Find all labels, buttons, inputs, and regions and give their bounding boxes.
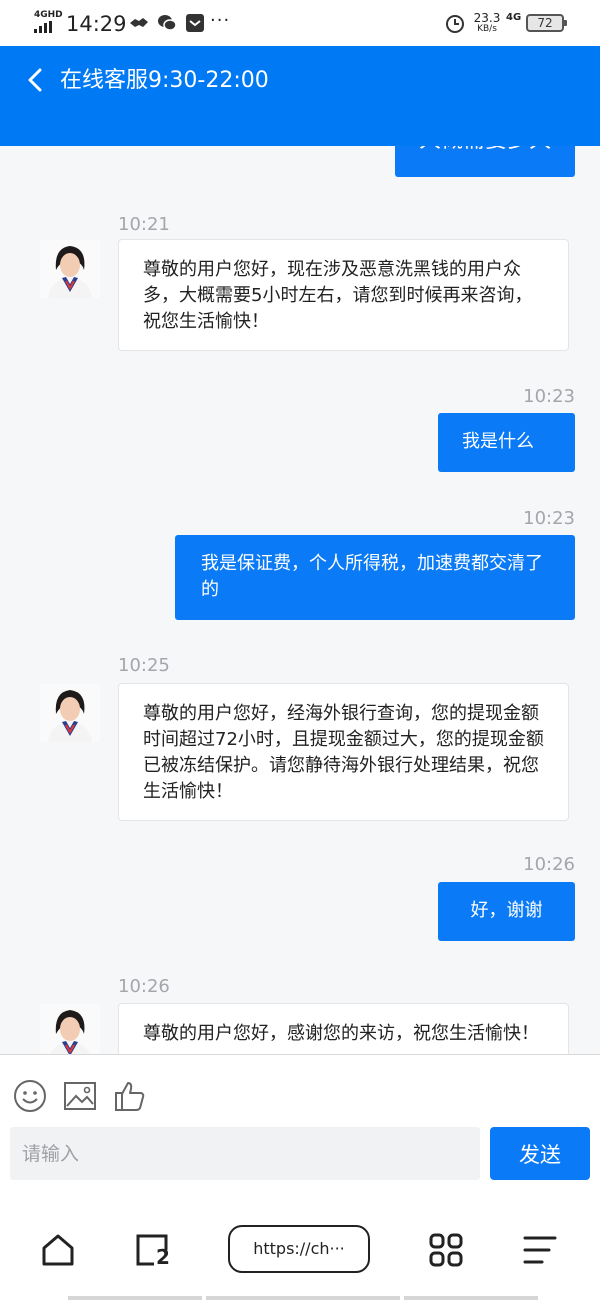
signal-icon bbox=[34, 21, 58, 33]
tabs-icon[interactable]: 2 bbox=[134, 1232, 170, 1268]
agent-avatar bbox=[40, 1004, 100, 1054]
menu-icon[interactable] bbox=[522, 1232, 558, 1268]
wechat-icon bbox=[158, 15, 177, 31]
message-time: 10:23 bbox=[523, 508, 575, 529]
message-time: 10:23 bbox=[523, 386, 575, 407]
tab-count: 2 bbox=[156, 1245, 170, 1269]
battery-icon: 72 bbox=[526, 14, 567, 32]
signal-type: 4G bbox=[506, 12, 522, 23]
emoji-icon[interactable] bbox=[13, 1079, 47, 1113]
message-time: 10:26 bbox=[118, 976, 170, 997]
network-speed: 23.3 KB/s bbox=[473, 11, 501, 34]
tab-strip bbox=[206, 1296, 400, 1300]
agent-message: 尊敬的用户您好，经海外银行查询，您的提现金额时间超过72小时，且提现金额过大，您… bbox=[118, 683, 569, 821]
message-time: 10:21 bbox=[118, 214, 170, 235]
user-message-partial: 大概需要多久 bbox=[395, 146, 575, 177]
chevron-left-icon[interactable] bbox=[24, 66, 48, 94]
agent-message: 尊敬的用户您好，现在涉及恶意洗黑钱的用户众多，大概需要5小时左右，请您到时候再来… bbox=[118, 239, 569, 351]
tab-strip bbox=[404, 1296, 538, 1300]
alarm-icon bbox=[446, 15, 464, 33]
message-input[interactable] bbox=[10, 1127, 480, 1180]
home-icon[interactable] bbox=[40, 1232, 76, 1268]
handshake-icon bbox=[130, 18, 148, 27]
page-title: 在线客服9:30-22:00 bbox=[60, 68, 269, 93]
inbox-icon bbox=[186, 14, 204, 32]
agent-avatar bbox=[40, 684, 100, 742]
message-time: 10:25 bbox=[118, 655, 170, 676]
image-icon[interactable] bbox=[63, 1079, 97, 1113]
app-screen: 4GHD 14:29 ··· 23.3 KB/s 4G 72 在线客服9:30-… bbox=[0, 0, 600, 1300]
status-bar: 4GHD 14:29 ··· 23.3 KB/s 4G 72 bbox=[0, 0, 600, 46]
url-bar[interactable]: https://ch··· bbox=[228, 1225, 370, 1273]
clock: 14:29 bbox=[66, 12, 127, 36]
apps-icon[interactable] bbox=[428, 1232, 464, 1268]
user-message: 好，谢谢 bbox=[438, 882, 575, 941]
chat-area[interactable]: 大概需要多久 10:21 尊敬的用户您好，现在涉及恶意洗黑钱的用户众多，大概需要… bbox=[0, 146, 600, 1054]
composer: 发送 bbox=[0, 1054, 600, 1200]
chat-header: 在线客服9:30-22:00 bbox=[0, 46, 600, 146]
send-button[interactable]: 发送 bbox=[490, 1127, 590, 1180]
more-status-icon: ··· bbox=[210, 10, 231, 31]
user-message: 我是保证费，个人所得税，加速费都交清了的 bbox=[175, 535, 575, 620]
thumbs-up-icon[interactable] bbox=[113, 1079, 147, 1113]
tab-strip bbox=[68, 1296, 202, 1300]
user-message: 我是什么 bbox=[438, 413, 575, 472]
browser-toolbar: 2 https://ch··· bbox=[0, 1200, 600, 1300]
agent-message: 尊敬的用户您好，感谢您的来访，祝您生活愉快！ bbox=[118, 1003, 569, 1054]
network-type: 4GHD bbox=[34, 10, 63, 20]
message-time: 10:26 bbox=[523, 854, 575, 875]
agent-avatar bbox=[40, 240, 100, 298]
